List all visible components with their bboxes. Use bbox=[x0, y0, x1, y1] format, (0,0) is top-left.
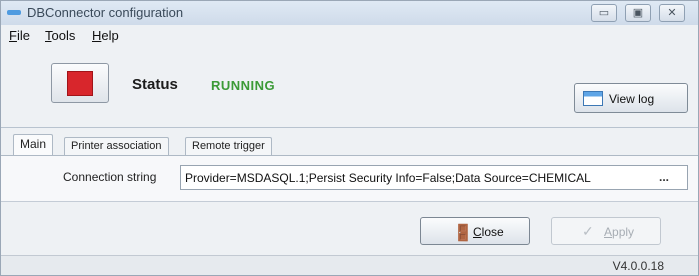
menu-tools[interactable]: Tools bbox=[45, 28, 75, 43]
view-log-button[interactable]: View log bbox=[574, 83, 688, 113]
title-bar[interactable]: DBConnector configuration ▭ ▣ ✕ bbox=[1, 1, 698, 25]
dialog-footer: 🚪 Close ✓ Apply bbox=[1, 201, 698, 255]
browse-connection-button[interactable]: ... bbox=[659, 170, 669, 184]
check-icon: ✓ bbox=[582, 223, 594, 239]
tab-remote-trigger[interactable]: Remote trigger bbox=[185, 137, 272, 156]
door-icon: 🚪 bbox=[453, 225, 473, 242]
status-bar: V4.0.0.18 bbox=[1, 255, 698, 275]
maximize-button[interactable]: ▣ bbox=[625, 4, 651, 22]
close-button-label: Close bbox=[473, 225, 504, 239]
connection-string-input[interactable] bbox=[180, 165, 688, 190]
dbconnector-window: DBConnector configuration ▭ ▣ ✕ File Too… bbox=[0, 0, 699, 276]
stop-icon bbox=[67, 71, 93, 96]
minimize-button[interactable]: ▭ bbox=[591, 4, 617, 22]
tab-printer-association[interactable]: Printer association bbox=[64, 137, 169, 156]
connection-string-label: Connection string bbox=[63, 170, 157, 184]
menu-help[interactable]: Help bbox=[92, 28, 119, 43]
status-panel: Status RUNNING View log bbox=[1, 47, 698, 127]
menu-bar: File Tools Help bbox=[1, 25, 698, 47]
tab-main[interactable]: Main bbox=[13, 134, 54, 156]
menu-file[interactable]: File bbox=[9, 28, 30, 43]
version-label: V4.0.0.18 bbox=[612, 259, 664, 273]
apply-button-label: Apply bbox=[604, 225, 635, 239]
view-log-label: View log bbox=[609, 92, 655, 106]
window-title: DBConnector configuration bbox=[27, 5, 184, 20]
stop-service-button[interactable] bbox=[51, 63, 109, 103]
log-window-icon bbox=[583, 91, 603, 106]
apply-button[interactable]: ✓ Apply bbox=[551, 217, 661, 245]
app-icon bbox=[7, 10, 21, 15]
close-button[interactable]: 🚪 Close bbox=[420, 217, 530, 245]
tab-strip: Main Printer association Remote trigger bbox=[1, 127, 698, 156]
main-tab-panel: Connection string ... bbox=[1, 155, 698, 201]
status-value: RUNNING bbox=[211, 78, 276, 93]
window-close-button[interactable]: ✕ bbox=[659, 4, 685, 22]
status-label: Status bbox=[132, 76, 178, 93]
